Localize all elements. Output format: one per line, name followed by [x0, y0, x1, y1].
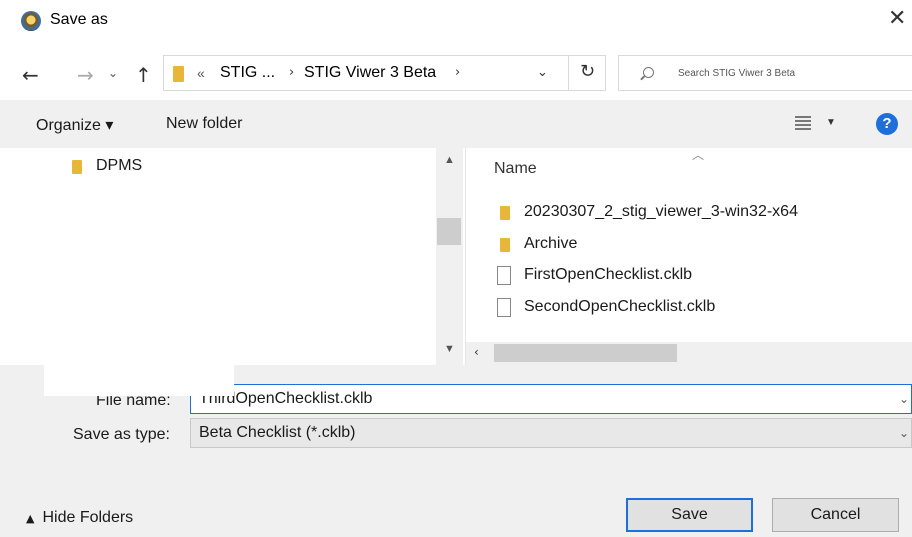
scroll-down-icon[interactable]: ▼	[444, 343, 455, 355]
folder-icon	[500, 206, 510, 220]
command-toolbar: Organize ▾ New folder ▼ ?	[0, 100, 912, 148]
file-label: FirstOpenChecklist.cklb	[524, 266, 693, 283]
view-options-icon[interactable]	[795, 115, 811, 131]
chevron-down-icon[interactable]: ⌄	[899, 392, 909, 406]
scroll-up-icon[interactable]: ▲	[444, 154, 455, 166]
breadcrumb-overflow[interactable]: «	[197, 65, 205, 81]
overlay-box	[44, 362, 234, 396]
scroll-thumb[interactable]	[494, 344, 677, 362]
list-item[interactable]: FirstOpenChecklist.cklb	[494, 265, 894, 287]
search-icon	[643, 67, 654, 78]
help-icon[interactable]: ?	[876, 113, 898, 135]
title-bar: Save as ✕	[0, 0, 912, 40]
list-item[interactable]: SecondOpenChecklist.cklb	[494, 297, 894, 319]
divider	[568, 56, 569, 90]
search-input[interactable]: Search STIG Viwer 3 Beta	[618, 55, 912, 91]
scroll-thumb[interactable]	[437, 218, 461, 245]
scroll-left-icon[interactable]: ‹	[474, 345, 479, 359]
column-header-name[interactable]: Name	[494, 160, 537, 178]
file-name-field[interactable]: ThirdOpenChecklist.cklb ⌄	[190, 384, 912, 414]
file-label: Archive	[524, 235, 578, 252]
hide-folders-label: Hide Folders	[42, 509, 134, 526]
hide-folders-button[interactable]: ▲ Hide Folders	[26, 509, 133, 527]
chevron-down-icon[interactable]: ⌄	[537, 65, 548, 80]
recent-locations-chevron-icon[interactable]: ⌄	[108, 66, 118, 80]
folder-icon	[173, 66, 184, 82]
cancel-button[interactable]: Cancel	[772, 498, 899, 532]
file-icon	[497, 266, 511, 285]
window-title: Save as	[50, 11, 108, 28]
save-type-select[interactable]: Beta Checklist (*.cklb) ⌄	[190, 418, 912, 448]
navigation-pane: DPMS ▲ ▼	[0, 148, 465, 365]
chevron-right-icon[interactable]: ›	[455, 65, 460, 80]
app-icon	[21, 11, 41, 31]
file-label: SecondOpenChecklist.cklb	[524, 298, 716, 315]
back-arrow-icon[interactable]: ←	[22, 63, 39, 87]
forward-arrow-icon[interactable]: →	[77, 63, 94, 87]
close-icon[interactable]: ✕	[888, 6, 906, 31]
file-icon	[497, 298, 511, 317]
horizontal-scrollbar[interactable]: ‹	[466, 342, 912, 365]
save-type-label: Save as type:	[73, 426, 170, 443]
folder-icon	[72, 160, 82, 174]
folder-icon	[500, 238, 510, 252]
file-label: 20230307_2_stig_viewer_3-win32-x64	[524, 203, 798, 220]
search-placeholder: Search STIG Viwer 3 Beta	[678, 68, 796, 79]
list-item[interactable]: 20230307_2_stig_viewer_3-win32-x64	[494, 202, 894, 224]
address-bar[interactable]: « STIG ... › STIG Viwer 3 Beta › ⌄ ↻	[163, 55, 606, 91]
chevron-down-icon[interactable]: ⌄	[899, 426, 909, 440]
tree-item-dpms[interactable]: DPMS	[96, 157, 142, 175]
breadcrumb-item[interactable]: STIG ...	[220, 64, 275, 82]
sort-ascending-icon: ︿	[692, 148, 705, 162]
save-type-value: Beta Checklist (*.cklb)	[199, 424, 356, 441]
list-item[interactable]: Archive	[494, 234, 894, 256]
file-list-pane: ︿ Name 20230307_2_stig_viewer_3-win32-x6…	[465, 148, 912, 365]
chevron-up-icon: ▲	[26, 512, 35, 525]
save-button[interactable]: Save	[626, 498, 753, 532]
refresh-icon[interactable]: ↻	[580, 61, 595, 82]
up-arrow-icon[interactable]: ↑	[135, 63, 152, 87]
new-folder-button[interactable]: New folder	[166, 115, 242, 133]
vertical-scrollbar[interactable]: ▲ ▼	[436, 148, 463, 365]
view-dropdown-caret-icon[interactable]: ▼	[826, 117, 836, 128]
chevron-right-icon[interactable]: ›	[289, 65, 294, 80]
breadcrumb-item[interactable]: STIG Viwer 3 Beta	[304, 64, 436, 82]
organize-button[interactable]: Organize ▾	[36, 115, 113, 135]
